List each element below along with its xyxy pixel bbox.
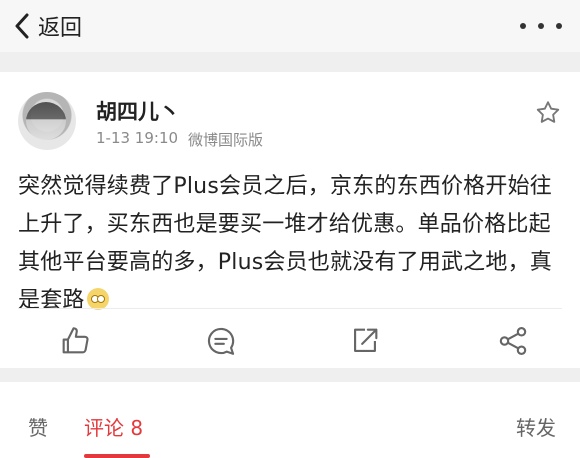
section-gap	[0, 52, 580, 72]
tab-comments[interactable]: 评论 8	[84, 412, 143, 441]
dot-icon	[520, 23, 526, 29]
repost-icon[interactable]	[348, 324, 382, 358]
share-icon[interactable]	[496, 324, 530, 358]
dot-icon	[538, 23, 544, 29]
eye-roll-emoji-icon	[86, 288, 109, 310]
like-icon[interactable]	[58, 324, 92, 358]
divider	[18, 308, 562, 309]
interaction-tabs: 赞 评论 8 转发	[0, 382, 580, 458]
dot-icon	[556, 23, 562, 29]
back-button[interactable]: 返回	[14, 9, 82, 43]
post-meta: 1-13 19:10 微博国际版	[96, 129, 263, 150]
post-card: 胡四儿丶 1-13 19:10 微博国际版 突然觉得续费了Plus会员之后，京东…	[0, 72, 580, 368]
active-tab-indicator	[84, 454, 150, 458]
section-gap	[0, 368, 580, 382]
favorite-star-icon[interactable]	[534, 99, 562, 127]
post-content: 突然觉得续费了Plus会员之后，京东的东西价格开始往上升了，买东西也是要买一堆才…	[18, 168, 563, 320]
tab-reposts[interactable]: 转发	[516, 412, 556, 441]
post-time: 1-13 19:10	[96, 129, 179, 147]
post-action-bar	[0, 320, 580, 360]
tab-likes[interactable]: 赞	[28, 412, 48, 441]
avatar[interactable]	[18, 92, 76, 150]
username[interactable]: 胡四儿丶	[96, 96, 180, 126]
top-bar: 返回	[0, 0, 580, 52]
chevron-left-icon	[15, 13, 29, 39]
back-label: 返回	[38, 16, 83, 41]
comment-icon[interactable]	[204, 324, 238, 358]
post-source: 微博国际版	[188, 131, 264, 149]
more-menu-button[interactable]	[520, 12, 562, 40]
